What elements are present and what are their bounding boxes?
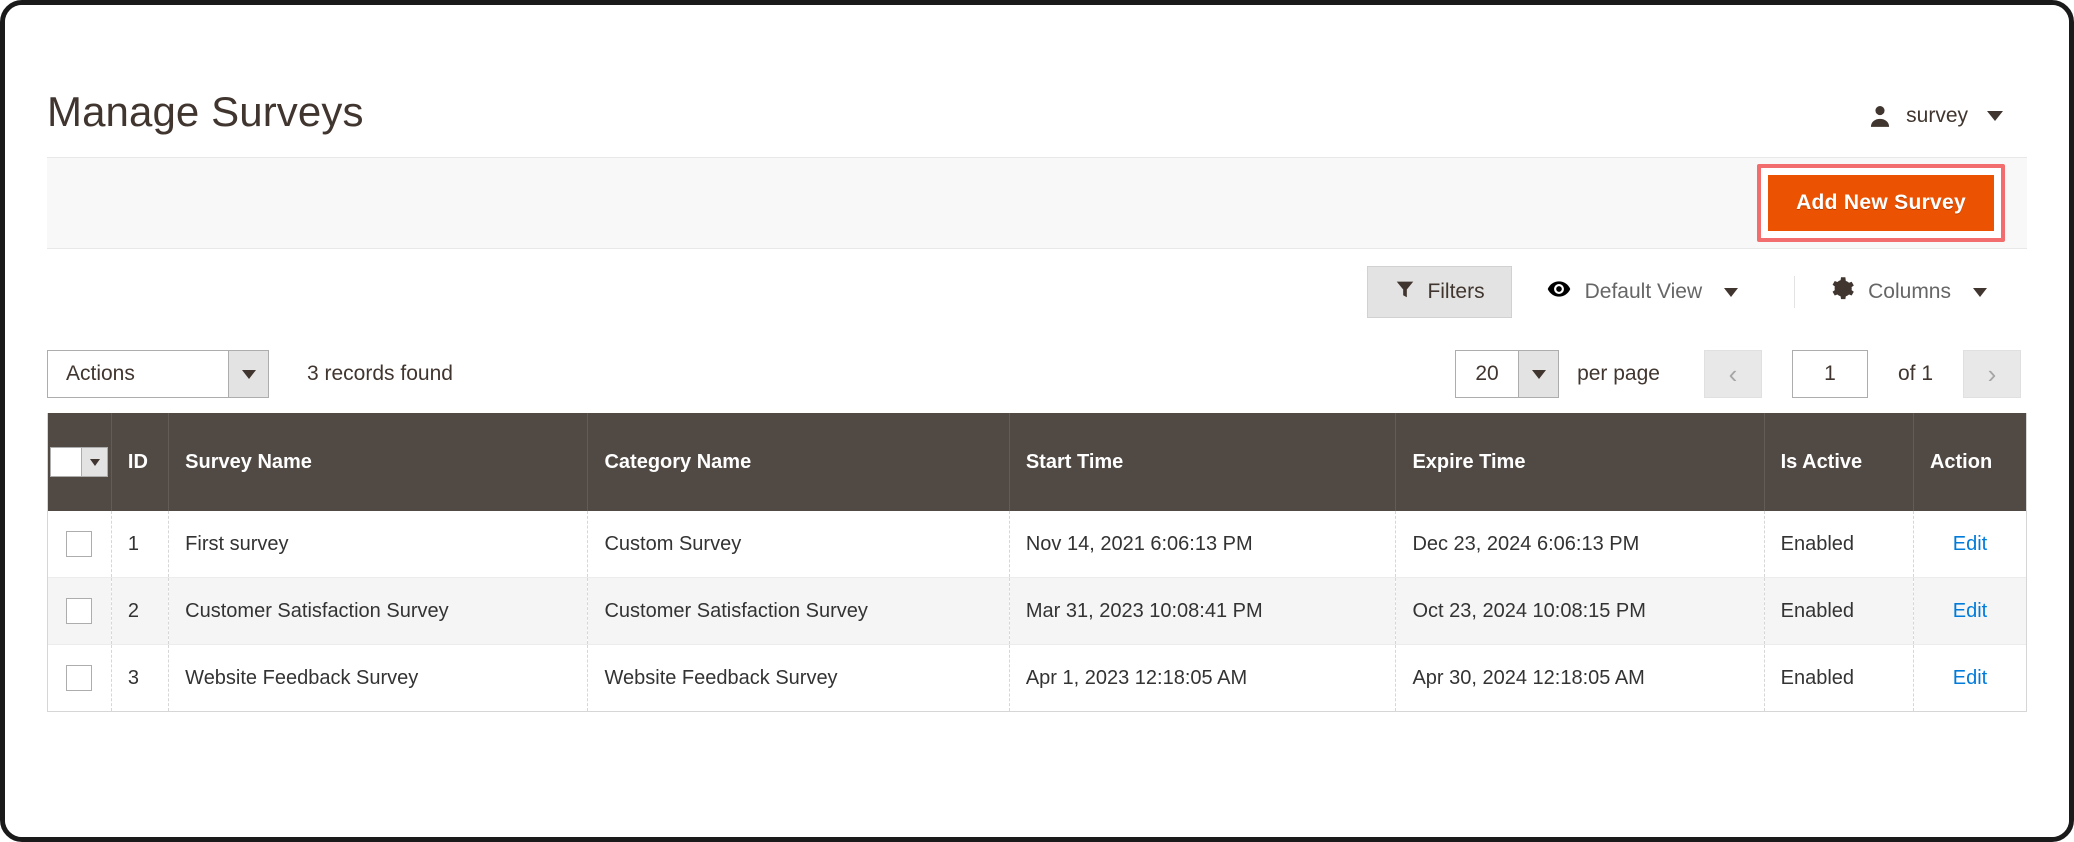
page-title: Manage Surveys — [47, 88, 364, 135]
chevron-down-icon — [1973, 287, 1987, 297]
cell-expire-time: Dec 23, 2024 6:06:13 PM — [1395, 511, 1765, 578]
column-header-start-time[interactable]: Start Time — [1009, 413, 1397, 511]
per-page-value: 20 — [1475, 362, 1499, 385]
cell-expire-time: Apr 30, 2024 12:18:05 AM — [1395, 644, 1765, 711]
next-page-button[interactable]: › — [1963, 350, 2021, 398]
table-row: 2 Customer Satisfaction Survey Customer … — [48, 577, 2026, 645]
filters-button[interactable]: Filters — [1367, 266, 1512, 318]
column-header-action: Action — [1913, 413, 2026, 511]
chevron-down-icon — [1987, 111, 2003, 121]
filters-label: Filters — [1427, 280, 1485, 303]
column-header-survey-name[interactable]: Survey Name — [168, 413, 589, 511]
cell-category-name: Custom Survey — [587, 511, 1010, 578]
table-row: 1 First survey Custom Survey Nov 14, 202… — [48, 511, 2026, 578]
column-header-category-name[interactable]: Category Name — [587, 413, 1010, 511]
default-view-button[interactable]: Default View — [1512, 276, 1773, 308]
actions-select-arrow[interactable] — [228, 351, 268, 397]
cell-start-time: Nov 14, 2021 6:06:13 PM — [1009, 511, 1397, 578]
user-menu[interactable]: survey — [1867, 103, 2027, 129]
edit-link[interactable]: Edit — [1953, 600, 1987, 622]
previous-page-button[interactable]: ‹ — [1703, 350, 1762, 398]
row-select-cell — [48, 511, 112, 578]
row-checkbox[interactable] — [66, 598, 93, 624]
column-header-id[interactable]: ID — [111, 413, 170, 511]
page-header: Manage Surveys survey — [47, 5, 2027, 157]
user-icon — [1867, 103, 1893, 129]
cell-is-active: Enabled — [1764, 644, 1914, 711]
select-all-dropdown[interactable] — [50, 447, 109, 477]
chevron-down-icon — [1724, 287, 1739, 297]
grid-controls-left: Actions 3 records found — [47, 350, 453, 398]
select-all-column-header — [48, 413, 112, 511]
user-menu-label: survey — [1906, 104, 1968, 127]
cell-category-name: Website Feedback Survey — [587, 644, 1010, 711]
per-page-label: per page — [1577, 362, 1660, 385]
row-checkbox[interactable] — [66, 665, 93, 691]
actions-select[interactable]: Actions — [47, 350, 269, 398]
cell-survey-name: Customer Satisfaction Survey — [168, 577, 589, 645]
cell-survey-name: Website Feedback Survey — [168, 644, 589, 711]
default-view-label: Default View — [1584, 280, 1703, 303]
per-page-select-arrow[interactable] — [1518, 351, 1559, 397]
cell-expire-time: Oct 23, 2024 10:08:15 PM — [1395, 577, 1765, 645]
cell-is-active: Enabled — [1764, 511, 1914, 578]
page-number-input[interactable]: 1 — [1791, 350, 1868, 398]
cell-category-name: Customer Satisfaction Survey — [587, 577, 1010, 645]
cell-survey-name: First survey — [168, 511, 589, 578]
add-new-survey-button[interactable]: Add New Survey — [1768, 175, 1994, 231]
surveys-table: ID Survey Name Category Name Start Time … — [48, 413, 2026, 711]
row-select-cell — [48, 577, 112, 645]
cell-id: 2 — [111, 577, 170, 645]
grid-controls: Actions 3 records found 20 per page ‹ 1 — [47, 335, 2027, 413]
select-all-arrow[interactable] — [81, 448, 108, 476]
columns-label: Columns — [1868, 280, 1951, 303]
admin-page: Manage Surveys survey Add New Survey Fil… — [5, 5, 2069, 837]
row-select-cell — [48, 644, 112, 711]
add-new-survey-highlight: Add New Survey — [1757, 164, 2005, 242]
cell-id: 3 — [111, 644, 170, 711]
select-all-control[interactable] — [50, 431, 109, 493]
page-actions-bar: Add New Survey — [47, 157, 2027, 249]
records-found-label: 3 records found — [307, 362, 453, 385]
grid-toolbar: Filters Default View Columns — [47, 249, 2027, 335]
table-header-row: ID Survey Name Category Name Start Time … — [48, 413, 2026, 511]
data-grid-wrapper: ID Survey Name Category Name Start Time … — [47, 413, 2027, 712]
table-head: ID Survey Name Category Name Start Time … — [48, 413, 2026, 511]
column-header-expire-time[interactable]: Expire Time — [1395, 413, 1765, 511]
eye-icon — [1546, 276, 1572, 308]
cell-action: Edit — [1913, 645, 2026, 712]
gear-icon — [1829, 276, 1855, 308]
total-pages-label: of 1 — [1897, 362, 1933, 385]
per-page-select[interactable]: 20 — [1455, 350, 1560, 398]
screenshot-frame: Manage Surveys survey Add New Survey Fil… — [0, 0, 2074, 842]
row-checkbox[interactable] — [66, 531, 93, 557]
cell-start-time: Apr 1, 2023 12:18:05 AM — [1009, 644, 1397, 711]
grid-controls-right: 20 per page ‹ 1 of 1 › — [1455, 350, 2027, 398]
chevron-down-icon — [1531, 369, 1546, 379]
chevron-down-icon — [241, 369, 256, 379]
column-header-is-active[interactable]: Is Active — [1764, 413, 1914, 511]
table-row: 3 Website Feedback Survey Website Feedba… — [48, 644, 2026, 712]
select-all-checkbox[interactable] — [51, 448, 82, 476]
cell-is-active: Enabled — [1764, 577, 1914, 645]
cell-action: Edit — [1913, 577, 2026, 645]
cell-start-time: Mar 31, 2023 10:08:41 PM — [1009, 577, 1397, 645]
chevron-down-icon — [89, 458, 100, 466]
columns-button[interactable]: Columns — [1794, 276, 2021, 308]
funnel-icon — [1394, 278, 1416, 306]
edit-link[interactable]: Edit — [1953, 667, 1987, 689]
actions-select-label: Actions — [66, 362, 135, 385]
edit-link[interactable]: Edit — [1953, 533, 1987, 555]
table-body: 1 First survey Custom Survey Nov 14, 202… — [48, 511, 2026, 711]
cell-action: Edit — [1913, 511, 2026, 578]
cell-id: 1 — [111, 511, 170, 578]
